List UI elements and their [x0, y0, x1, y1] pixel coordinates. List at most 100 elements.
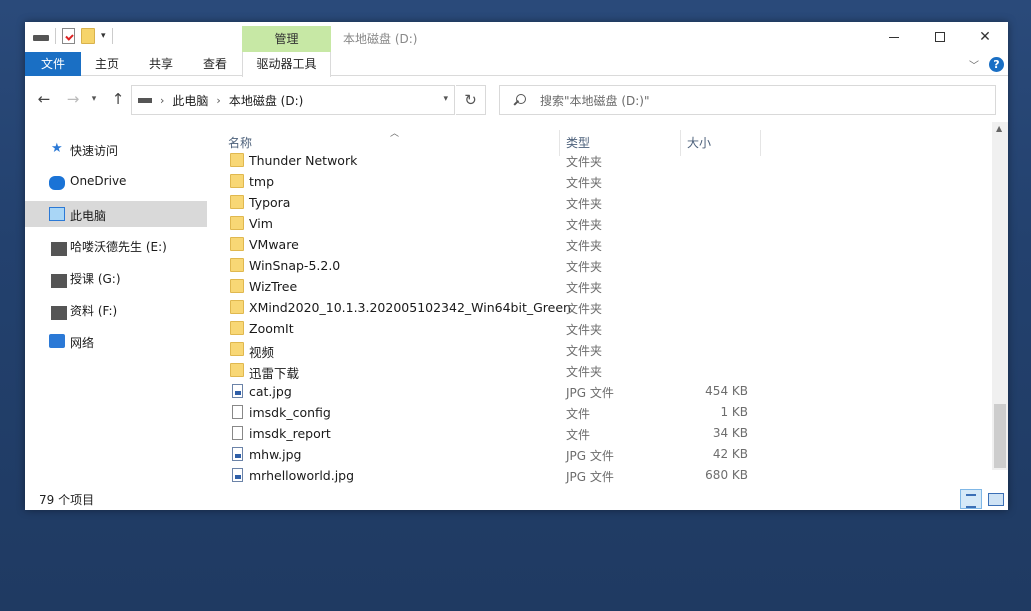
file-row[interactable]: 视频 文件夹: [220, 339, 820, 360]
file-name: Vim: [249, 216, 273, 231]
breadcrumb-separator-icon[interactable]: ›: [216, 94, 220, 107]
file-row[interactable]: VMware 文件夹: [220, 234, 820, 255]
folder-icon: [230, 258, 244, 272]
breadcrumb-this-pc[interactable]: 此电脑: [172, 92, 208, 109]
file-row[interactable]: XMind2020_10.1.3.202005102342_Win64bit_G…: [220, 297, 820, 318]
nav-item-quick-access[interactable]: ★ 快速访问: [25, 136, 207, 162]
customize-toolbar-icon[interactable]: ▾: [101, 31, 106, 41]
nav-item-drive-e[interactable]: 哈喽沃德先生 (E:): [25, 232, 207, 258]
tab-file[interactable]: 文件: [25, 52, 81, 76]
nav-item-label: 授课 (G:): [70, 272, 121, 286]
column-header-type[interactable]: 类型: [566, 134, 590, 151]
file-size: 454 KB: [705, 384, 748, 398]
explorer-window: ▾ 管理 本地磁盘 (D:) ✕ 文件 主页 共享 查看 驱动器工具 ﹀ ? ←…: [25, 22, 1008, 510]
expand-ribbon-icon[interactable]: ﹀: [969, 57, 979, 72]
star-icon: ★: [51, 141, 63, 156]
folder-icon: [230, 300, 244, 314]
file-type: 文件: [566, 428, 591, 442]
nav-item-onedrive[interactable]: OneDrive: [25, 168, 207, 194]
minimize-button[interactable]: [871, 22, 917, 52]
column-header-name[interactable]: 名称: [228, 134, 252, 151]
properties-icon[interactable]: [62, 28, 75, 44]
column-header-size[interactable]: 大小: [687, 134, 711, 151]
drive-icon: [33, 35, 49, 41]
close-button[interactable]: ✕: [962, 22, 1008, 52]
file-size: 1 KB: [720, 405, 748, 419]
file-name: mhw.jpg: [249, 447, 302, 462]
folder-icon: [230, 195, 244, 209]
file-type: 文件夹: [566, 176, 603, 190]
vertical-scrollbar[interactable]: ▲: [992, 122, 1008, 470]
toolbar-divider: [55, 28, 56, 44]
file-type: 文件夹: [566, 323, 603, 337]
nav-item-network[interactable]: 网络: [25, 328, 207, 354]
help-icon[interactable]: ?: [989, 57, 1004, 72]
file-row[interactable]: mrhelloworld.jpg JPG 文件 680 KB: [220, 465, 820, 486]
file-type: 文件夹: [566, 260, 603, 274]
address-history-dropdown-icon[interactable]: ▾: [443, 94, 448, 104]
up-button[interactable]: ↑: [107, 88, 129, 110]
file-row[interactable]: WinSnap-5.2.0 文件夹: [220, 255, 820, 276]
navigation-pane: ★ 快速访问 OneDrive 此电脑 哈喽沃德先生 (E:) 授课 (G:) …: [25, 122, 215, 487]
maximize-button[interactable]: [917, 22, 963, 52]
search-icon: [514, 94, 526, 106]
file-row[interactable]: Typora 文件夹: [220, 192, 820, 213]
scroll-up-icon[interactable]: ▲: [996, 124, 1002, 133]
file-row[interactable]: 迅雷下载 文件夹: [220, 360, 820, 381]
breadcrumb-separator-icon[interactable]: ›: [160, 94, 164, 107]
scrollbar-thumb[interactable]: [994, 404, 1006, 468]
file-type: 文件夹: [566, 281, 603, 295]
file-row[interactable]: Thunder Network 文件夹: [220, 150, 820, 171]
nav-item-label: OneDrive: [70, 174, 127, 188]
folder-icon: [230, 279, 244, 293]
file-row[interactable]: imsdk_report 文件 34 KB: [220, 423, 820, 444]
file-row[interactable]: Vim 文件夹: [220, 213, 820, 234]
file-type: JPG 文件: [566, 449, 614, 463]
file-name: Thunder Network: [249, 153, 358, 168]
back-button[interactable]: ←: [33, 88, 55, 110]
ribbon-tabs: 文件 主页 共享 查看 驱动器工具 ﹀ ?: [25, 52, 1008, 77]
breadcrumb-local-disk[interactable]: 本地磁盘 (D:): [229, 92, 303, 109]
large-icons-view-button[interactable]: [984, 489, 1006, 509]
file-row[interactable]: ZoomIt 文件夹: [220, 318, 820, 339]
folder-icon: [230, 174, 244, 188]
tab-home[interactable]: 主页: [87, 52, 127, 76]
context-tab-manage[interactable]: 管理: [242, 26, 331, 52]
navigation-bar: ← → ▾ ↑ › 此电脑 › 本地磁盘 (D:) ▾ ↻ 搜索"本地磁盘 (D…: [25, 84, 1008, 115]
file-type: 文件夹: [566, 365, 603, 379]
new-folder-icon[interactable]: [81, 28, 95, 44]
file-size: 680 KB: [705, 468, 748, 482]
folder-icon: [230, 153, 244, 167]
nav-item-drive-f[interactable]: 资料 (F:): [25, 296, 207, 322]
tab-share[interactable]: 共享: [141, 52, 181, 76]
file-row[interactable]: imsdk_config 文件 1 KB: [220, 402, 820, 423]
cloud-icon: [49, 176, 65, 190]
title-bar: ▾ 管理 本地磁盘 (D:) ✕: [25, 22, 1008, 52]
refresh-button[interactable]: ↻: [456, 85, 486, 115]
file-type: 文件夹: [566, 197, 603, 211]
window-title: 本地磁盘 (D:): [343, 32, 418, 46]
file-name: imsdk_report: [249, 426, 331, 441]
recent-locations-button[interactable]: ▾: [87, 88, 101, 110]
nav-item-this-pc[interactable]: 此电脑: [25, 201, 207, 227]
file-row[interactable]: cat.jpg JPG 文件 454 KB: [220, 381, 820, 402]
status-bar: 79 个项目: [25, 488, 1008, 510]
file-row[interactable]: mhw.jpg JPG 文件 42 KB: [220, 444, 820, 465]
nav-item-drive-g[interactable]: 授课 (G:): [25, 264, 207, 290]
close-icon: ✕: [979, 29, 991, 45]
tab-drive-tools[interactable]: 驱动器工具: [242, 52, 331, 77]
address-bar[interactable]: › 此电脑 › 本地磁盘 (D:) ▾: [131, 85, 455, 115]
file-name: XMind2020_10.1.3.202005102342_Win64bit_G…: [249, 300, 571, 315]
search-box[interactable]: 搜索"本地磁盘 (D:)": [499, 85, 996, 115]
file-name: imsdk_config: [249, 405, 331, 420]
file-row[interactable]: WizTree 文件夹: [220, 276, 820, 297]
file-rows: Thunder Network 文件夹 tmp 文件夹 Typora 文件夹 Vim 文件夹 V…: [220, 150, 992, 486]
drive-icon: [51, 306, 67, 320]
details-view-button[interactable]: [960, 489, 982, 509]
file-row[interactable]: tmp 文件夹: [220, 171, 820, 192]
file-name: 迅雷下载: [249, 366, 300, 381]
file-name: tmp: [249, 174, 275, 189]
tab-view[interactable]: 查看: [195, 52, 235, 76]
nav-item-label: 哈喽沃德先生 (E:): [70, 240, 167, 254]
forward-button[interactable]: →: [62, 88, 84, 110]
